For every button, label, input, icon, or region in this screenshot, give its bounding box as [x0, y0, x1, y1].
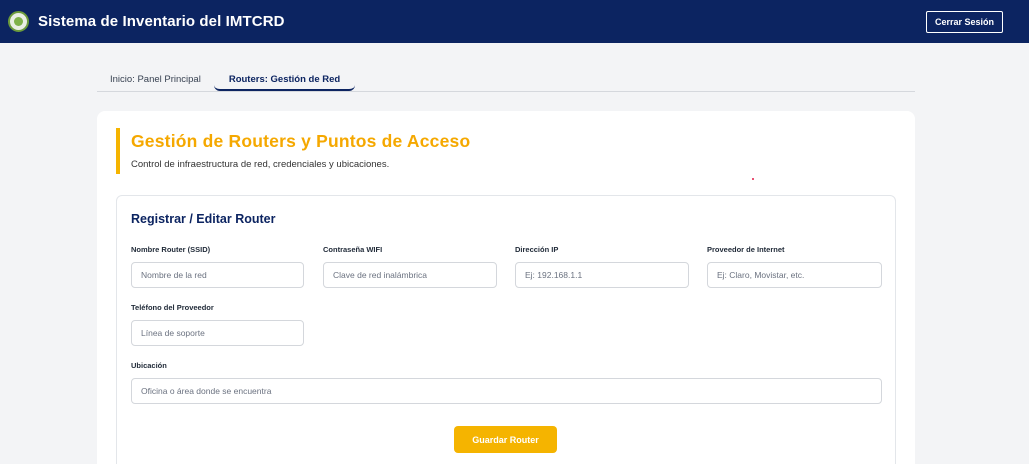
top-navbar: Sistema de Inventario del IMTCRD Cerrar … — [0, 0, 1029, 43]
provider-label: Proveedor de Internet — [707, 245, 785, 254]
provider-input[interactable] — [707, 262, 882, 288]
provider-phone-field-group: Teléfono del Proveedor — [131, 303, 304, 346]
ip-field-group: Dirección IP — [515, 245, 689, 288]
form-title: Registrar / Editar Router — [131, 212, 276, 226]
imtcrd-logo-icon — [8, 11, 29, 32]
password-field-group: Contraseña WIFI — [323, 245, 497, 288]
location-label: Ubicación — [131, 361, 167, 370]
save-router-button[interactable]: Guardar Router — [454, 426, 557, 453]
main-card: Gestión de Routers y Puntos de Acceso Co… — [97, 111, 915, 464]
logout-button[interactable]: Cerrar Sesión — [925, 10, 1003, 33]
ip-input[interactable] — [515, 262, 689, 288]
tab-inicio[interactable]: Inicio: Panel Principal — [97, 70, 214, 91]
ip-label: Dirección IP — [515, 245, 559, 254]
location-input[interactable] — [131, 378, 882, 404]
tab-routers[interactable]: Routers: Gestión de Red — [213, 70, 356, 91]
page-title: Gestión de Routers y Puntos de Acceso — [131, 131, 471, 151]
ssid-input[interactable] — [131, 262, 304, 288]
provider-field-group: Proveedor de Internet — [707, 245, 882, 288]
ssid-field-group: Nombre Router (SSID) — [131, 245, 304, 288]
location-field-group: Ubicación — [131, 361, 882, 404]
decorative-dot — [752, 178, 754, 180]
provider-phone-input[interactable] — [131, 320, 304, 346]
provider-phone-label: Teléfono del Proveedor — [131, 303, 214, 312]
tab-bar: Inicio: Panel Principal Routers: Gestión… — [97, 70, 915, 92]
router-form: Registrar / Editar Router Nombre Router … — [116, 195, 896, 464]
app-title: Sistema de Inventario del IMTCRD — [38, 13, 285, 30]
password-label: Contraseña WIFI — [323, 245, 383, 254]
page-subtitle: Control de infraestructura de red, crede… — [131, 159, 390, 170]
password-input[interactable] — [323, 262, 497, 288]
ssid-label: Nombre Router (SSID) — [131, 245, 211, 254]
page-header: Gestión de Routers y Puntos de Acceso Co… — [116, 128, 476, 174]
